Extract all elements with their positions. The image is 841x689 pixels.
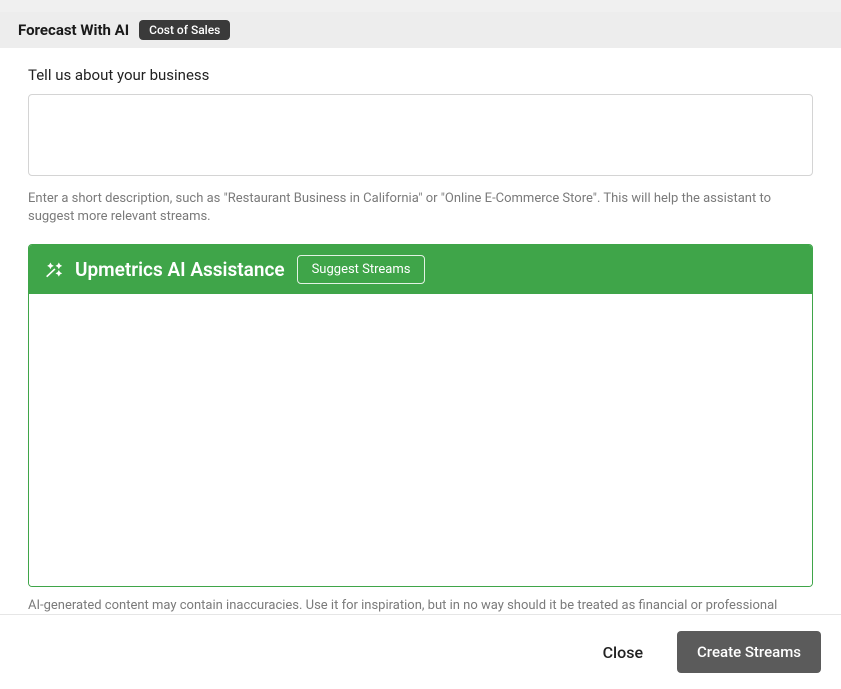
dialog-footer: Close Create Streams	[0, 614, 841, 689]
close-button[interactable]: Close	[589, 633, 657, 672]
top-spacer	[0, 0, 841, 12]
content-area: Tell us about your business Enter a shor…	[0, 48, 841, 634]
business-description-helper: Enter a short description, such as "Rest…	[28, 190, 813, 226]
business-description-label: Tell us about your business	[28, 66, 823, 84]
ai-panel-title: Upmetrics AI Assistance	[75, 258, 285, 281]
ai-panel-header: Upmetrics AI Assistance Suggest Streams	[29, 245, 812, 294]
ai-assistance-panel: Upmetrics AI Assistance Suggest Streams	[28, 244, 813, 587]
business-description-input[interactable]	[28, 94, 813, 176]
header-bar: Forecast With AI Cost of Sales	[0, 12, 841, 48]
cost-of-sales-badge: Cost of Sales	[139, 20, 230, 40]
suggest-streams-button[interactable]: Suggest Streams	[297, 255, 426, 284]
page-title: Forecast With AI	[18, 21, 129, 39]
create-streams-button[interactable]: Create Streams	[677, 631, 821, 673]
magic-wand-icon	[43, 260, 63, 280]
ai-panel-body	[29, 294, 812, 586]
